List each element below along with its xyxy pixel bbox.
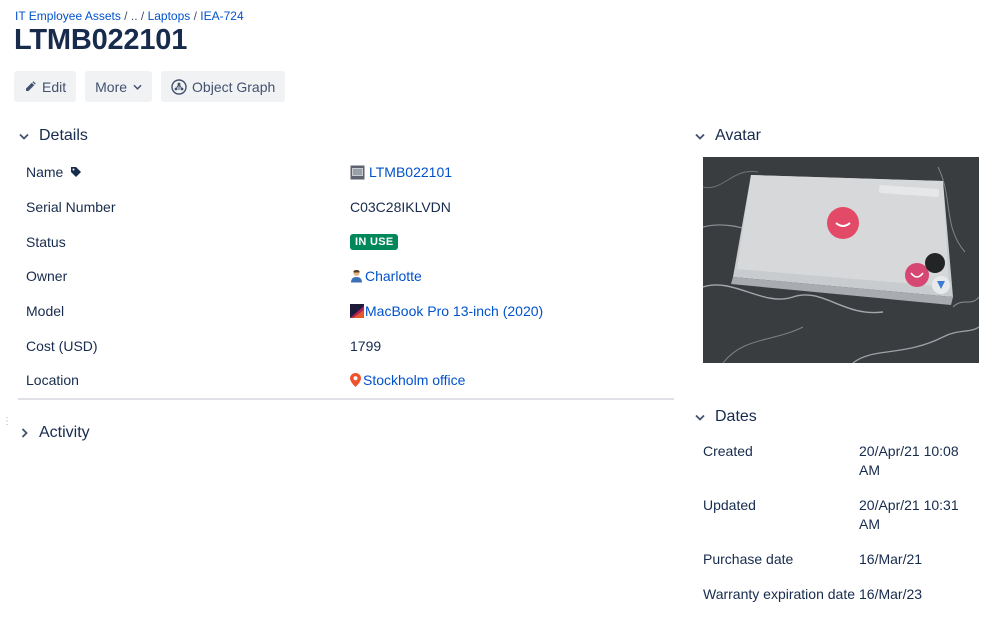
details-row-location: Location Stockholm office	[18, 363, 674, 398]
avatar-heading: Avatar	[715, 127, 761, 144]
purchase-date-label: Purchase date	[703, 551, 794, 567]
tag-icon	[70, 166, 82, 178]
breadcrumb: IT Employee Assets / .. / Laptops / IEA-…	[15, 9, 244, 23]
cost-value: 1799	[350, 337, 382, 354]
details-row-model: Model MacBook Pro 13-inch (2020)	[18, 294, 674, 329]
owner-link[interactable]: Charlotte	[365, 268, 422, 284]
object-graph-button[interactable]: Object Graph	[161, 71, 286, 102]
model-label: Model	[26, 303, 65, 320]
dates-table: Created 20/Apr/21 10:08 AM Updated 20/Ap…	[703, 442, 993, 625]
edit-button[interactable]: Edit	[14, 71, 77, 102]
chevron-down-icon	[133, 84, 142, 90]
name-link[interactable]: LTMB022101	[369, 164, 452, 180]
model-thumbnail-icon	[350, 304, 364, 319]
location-pin-icon	[350, 373, 361, 388]
avatar-section-toggle[interactable]: Avatar	[694, 127, 761, 145]
details-table: Name LTMB022101 Serial Number C03C28IKLV…	[18, 155, 674, 400]
user-icon	[350, 269, 363, 283]
serial-number-label: Serial Number	[26, 199, 116, 216]
breadcrumb-separator: /	[140, 9, 145, 23]
chevron-right-icon	[18, 428, 30, 438]
created-value: 20/Apr/21 10:08 AM	[859, 443, 959, 478]
name-label: Name	[26, 164, 64, 181]
serial-number-value: C03C28IKLVDN	[350, 199, 451, 216]
more-button[interactable]: More	[85, 71, 153, 102]
chevron-down-icon	[694, 133, 706, 140]
breadcrumb-link-laptops[interactable]: Laptops	[148, 9, 191, 23]
details-section-toggle[interactable]: Details	[18, 127, 88, 145]
details-row-name: Name LTMB022101	[18, 155, 674, 190]
dates-row-created: Created 20/Apr/21 10:08 AM	[703, 442, 993, 496]
toolbar: Edit More Object Graph	[14, 71, 286, 102]
updated-value: 20/Apr/21 10:31 AM	[859, 497, 959, 532]
details-row-cost: Cost (USD) 1799	[18, 328, 674, 363]
drag-handle-icon[interactable]: ⋮	[2, 417, 12, 427]
dates-heading: Dates	[715, 408, 757, 425]
owner-label: Owner	[26, 268, 68, 285]
activity-section-toggle[interactable]: Activity	[18, 424, 90, 442]
details-heading: Details	[39, 127, 88, 144]
dates-section-toggle[interactable]: Dates	[694, 408, 757, 426]
location-label: Location	[26, 372, 79, 389]
object-graph-button-label: Object Graph	[192, 78, 276, 95]
details-row-owner: Owner Charlotte	[18, 259, 674, 294]
model-link[interactable]: MacBook Pro 13-inch (2020)	[365, 303, 543, 319]
breadcrumb-link-ellipsis[interactable]: ..	[131, 9, 138, 23]
laptop-thumbnail-icon	[350, 165, 365, 180]
breadcrumb-link-it-employee-assets[interactable]: IT Employee Assets	[15, 9, 121, 23]
dates-row-updated: Updated 20/Apr/21 10:31 AM	[703, 496, 993, 550]
breadcrumb-separator: /	[193, 9, 197, 23]
status-badge: IN USE	[350, 233, 399, 250]
warranty-expiration-label: Warranty expiration date	[703, 586, 855, 602]
location-link[interactable]: Stockholm office	[363, 372, 465, 388]
more-button-label: More	[95, 78, 128, 95]
chevron-down-icon	[694, 414, 706, 421]
cost-label: Cost (USD)	[26, 337, 98, 354]
breadcrumb-link-object-key[interactable]: IEA-724	[200, 9, 243, 23]
warranty-expiration-value: 16/Mar/23	[859, 586, 923, 602]
breadcrumb-separator: /	[124, 9, 128, 23]
edit-button-label: Edit	[42, 78, 67, 95]
details-row-serial-number: Serial Number C03C28IKLVDN	[18, 190, 674, 225]
chevron-down-icon	[18, 133, 30, 140]
activity-heading: Activity	[39, 424, 90, 441]
details-row-label: Name	[18, 164, 350, 180]
graph-icon	[171, 78, 187, 95]
purchase-date-value: 16/Mar/21	[859, 551, 923, 567]
updated-label: Updated	[703, 497, 756, 513]
status-label: Status	[26, 233, 66, 250]
page-title: LTMB022101	[14, 24, 188, 56]
details-row-status: Status IN USE	[18, 224, 674, 259]
laptop-photo	[703, 157, 979, 363]
avatar-image[interactable]	[703, 157, 979, 363]
created-label: Created	[703, 443, 753, 459]
dates-row-warranty-expiration: Warranty expiration date 16/Mar/23	[703, 585, 993, 625]
pencil-icon	[24, 80, 37, 93]
dates-row-purchase-date: Purchase date 16/Mar/21	[703, 550, 993, 585]
